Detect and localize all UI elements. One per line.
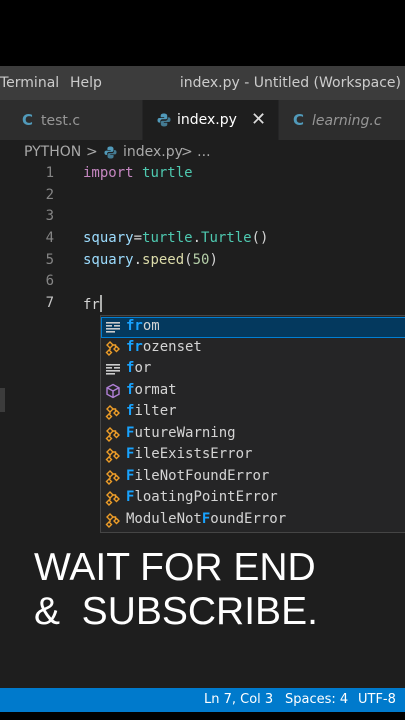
paren-open: ( [184,252,193,268]
parens: () [251,230,269,246]
menu-help[interactable]: Help [70,75,102,91]
code-line-speed: squary.speed(50) [83,252,218,268]
suggestion-item[interactable]: ModuleNotFoundError [101,510,405,531]
operator: = [133,230,143,246]
tab-index-py[interactable]: index.py ✕ [143,100,278,140]
suggestion-item[interactable]: FutureWarning [101,424,405,445]
class-icon [105,513,120,528]
bottom-letterbox [0,712,405,720]
menu-terminal[interactable]: Terminal [0,75,59,91]
status-encoding[interactable]: UTF-8 [358,692,396,707]
line-number: 4 [45,230,54,246]
suggestion-label: frozenset [126,339,202,355]
suggestion-item-selected[interactable]: from [101,317,405,338]
dot: . [133,252,143,268]
suggestion-label: FileNotFoundError [126,468,270,484]
suggestion-item[interactable]: frozenset [101,338,405,359]
python-file-icon [104,146,117,159]
suggestion-label: filter [126,403,177,419]
tab-label: test.c [41,113,81,129]
overlay-caption-line-2: & SUBSCRIBE. [34,590,318,633]
breadcrumb-more[interactable]: > ... [181,144,211,160]
keyword-icon [106,364,120,375]
suggestion-label: FloatingPointError [126,489,278,505]
code-line-typing: fr [83,295,102,313]
typed-text: fr [83,297,100,313]
class-icon [105,448,120,463]
suggestion-label: from [126,318,160,334]
dot: . [192,230,202,246]
line-number: 2 [45,187,54,203]
suggestion-widget: from frozenset for format filter FutureW… [100,315,405,533]
variable: squary [83,230,134,246]
window-title: index.py - Untitled (Workspace) [179,75,401,91]
tab-label: learning.c [312,113,382,129]
line-number-active: 7 [45,295,54,311]
module-name: turtle [142,230,193,246]
close-icon[interactable]: ✕ [251,100,266,140]
line-number: 3 [45,208,54,224]
function-icon [106,383,120,399]
line-number: 6 [45,273,54,289]
tab-bar: Ctest.c index.py ✕ Clearning.c [0,100,405,140]
line-number: 5 [45,252,54,268]
suggestion-item[interactable]: FileNotFoundError [101,467,405,488]
breadcrumb-root[interactable]: PYTHON [24,144,81,160]
c-file-icon: C [293,111,305,129]
suggestion-label: ModuleNotFoundError [126,511,287,527]
class-icon [105,491,120,506]
class-name: Turtle [201,230,252,246]
breadcrumb-file[interactable]: index.py [123,144,183,160]
suggestion-item[interactable]: format [101,381,405,402]
keyword: import [83,165,134,181]
code-line-assign: squary=turtle.Turtle() [83,230,268,246]
class-icon [105,341,120,356]
breadcrumb-separator: > [86,144,98,160]
status-cursor-position[interactable]: Ln 7, Col 3 [204,692,273,707]
line-number: 1 [45,165,54,181]
python-file-icon [157,113,171,127]
variable: squary [83,252,134,268]
tab-test-c[interactable]: Ctest.c [0,100,142,140]
tab-label: index.py [177,112,237,128]
gutter-marker [0,388,5,412]
paren-close: ) [209,252,218,268]
module-name: turtle [142,165,193,181]
class-icon [105,470,120,485]
method-name: speed [142,252,185,268]
suggestion-item[interactable]: for [101,359,405,380]
class-icon [105,405,120,420]
suggestion-label: format [126,382,177,398]
suggestion-label: FutureWarning [126,425,236,441]
tab-learning-c[interactable]: Clearning.c [279,100,405,140]
c-file-icon: C [22,111,34,129]
text-cursor [99,295,102,312]
class-icon [105,427,120,442]
code-line-import: import turtle [83,165,193,181]
overlay-caption-line-1: WAIT FOR END [34,546,316,589]
number-literal: 50 [192,252,210,268]
keyword-icon [106,322,120,333]
status-bar: Ln 7, Col 3 Spaces: 4 UTF-8 [0,688,405,712]
title-bar: Terminal Help index.py - Untitled (Works… [0,66,405,100]
status-indentation[interactable]: Spaces: 4 [285,692,348,707]
breadcrumb: PYTHON > index.py > ... [0,140,405,164]
suggestion-label: FileExistsError [126,446,253,462]
suggestion-item[interactable]: FloatingPointError [101,488,405,509]
suggestion-label: for [126,360,152,376]
suggestion-item[interactable]: filter [101,402,405,423]
suggestion-item[interactable]: FileExistsError [101,445,405,466]
editor-window: Terminal Help index.py - Untitled (Works… [0,66,405,720]
